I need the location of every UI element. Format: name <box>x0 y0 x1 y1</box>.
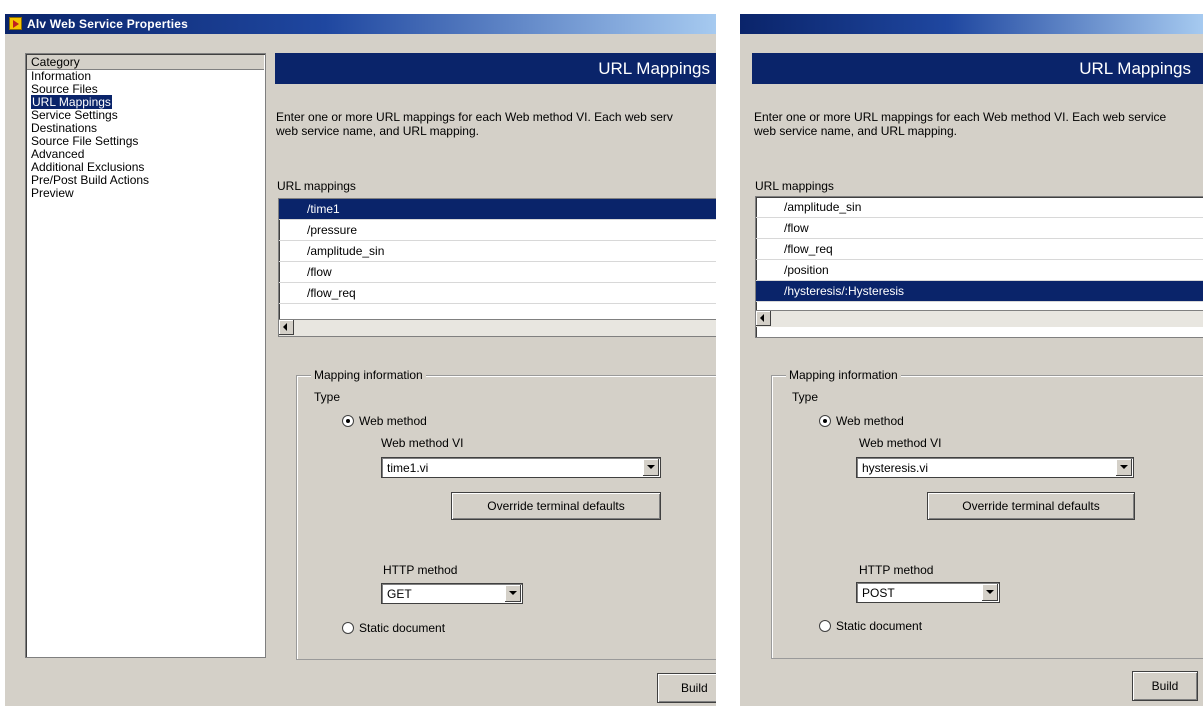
title-bar[interactable]: Alv Web Service Properties <box>5 14 716 34</box>
chevron-down-icon[interactable] <box>982 584 998 601</box>
url-mapping-row[interactable]: /flow <box>279 262 716 283</box>
http-method-select[interactable]: POST <box>856 582 1000 603</box>
web-method-vi-select[interactable]: time1.vi <box>381 457 661 478</box>
scroll-left-arrow-icon[interactable] <box>279 320 294 335</box>
chevron-down-icon[interactable] <box>643 459 659 476</box>
web-method-label: Web method <box>359 414 427 428</box>
category-list[interactable]: Category Information Source Files URL Ma… <box>25 53 266 658</box>
description-line-1: Enter one or more URL mappings for each … <box>276 110 673 124</box>
http-method-select[interactable]: GET <box>381 583 523 604</box>
category-item-preview[interactable]: Preview <box>26 187 265 200</box>
section-title: URL Mappings <box>752 53 1203 84</box>
http-method-label: HTTP method <box>383 563 458 577</box>
labview-app-icon <box>9 17 22 30</box>
properties-dialog-second: URL Mappings Enter one or more URL mappi… <box>740 14 1203 706</box>
static-document-label: Static document <box>359 621 446 635</box>
http-method-value: GET <box>387 587 412 601</box>
url-mappings-label: URL mappings <box>755 179 834 193</box>
title-bar[interactable] <box>740 14 1203 34</box>
web-method-label: Web method <box>836 414 904 428</box>
type-label: Type <box>314 390 341 404</box>
web-method-vi-label: Web method VI <box>381 436 464 450</box>
mapping-information-label: Mapping information <box>786 368 901 382</box>
horizontal-scrollbar[interactable] <box>756 310 1203 327</box>
url-mapping-row[interactable]: /pressure <box>279 220 716 241</box>
web-method-vi-label: Web method VI <box>859 436 942 450</box>
url-mapping-row[interactable]: /flow_req <box>756 239 1203 260</box>
horizontal-scrollbar[interactable] <box>279 319 716 336</box>
override-terminal-defaults-button[interactable]: Override terminal defaults <box>451 492 661 520</box>
url-mappings-list[interactable]: /amplitude_sin /flow /flow_req /position… <box>755 196 1203 338</box>
section-title: URL Mappings <box>275 53 716 84</box>
web-method-vi-value: time1.vi <box>387 461 429 475</box>
static-document-radio[interactable] <box>342 622 354 634</box>
description-line-2: web service name, and URL mapping. <box>276 124 479 138</box>
override-terminal-defaults-button[interactable]: Override terminal defaults <box>927 492 1135 520</box>
properties-dialog: Alv Web Service Properties Category Info… <box>5 14 716 706</box>
static-document-label: Static document <box>836 619 923 633</box>
static-document-radio[interactable] <box>819 620 831 632</box>
mapping-information-label: Mapping information <box>311 368 426 382</box>
category-header: Category <box>27 55 264 70</box>
url-mapping-row[interactable]: /amplitude_sin <box>756 197 1203 218</box>
url-mapping-row[interactable]: /flow_req <box>279 283 716 304</box>
url-mapping-row[interactable]: /hysteresis/:Hysteresis <box>756 281 1203 302</box>
url-mappings-list[interactable]: /time1 /pressure /amplitude_sin /flow /f… <box>278 198 716 337</box>
type-label: Type <box>792 390 819 404</box>
http-method-value: POST <box>862 586 895 600</box>
build-button[interactable]: Build <box>1132 671 1198 701</box>
build-button[interactable]: Build <box>657 673 716 703</box>
scroll-left-arrow-icon[interactable] <box>756 311 771 326</box>
chevron-down-icon[interactable] <box>1116 459 1132 476</box>
description-line-2: web service name, and URL mapping. <box>754 124 957 138</box>
web-method-radio[interactable] <box>819 415 831 427</box>
web-method-vi-select[interactable]: hysteresis.vi <box>856 457 1134 478</box>
url-mapping-row-partial[interactable] <box>279 304 716 314</box>
web-method-vi-value: hysteresis.vi <box>862 461 929 475</box>
url-mapping-row[interactable]: /amplitude_sin <box>279 241 716 262</box>
web-method-radio[interactable] <box>342 415 354 427</box>
url-mappings-label: URL mappings <box>277 179 356 193</box>
description-line-1: Enter one or more URL mappings for each … <box>754 110 1167 124</box>
chevron-down-icon[interactable] <box>505 585 521 602</box>
url-mapping-row[interactable]: /time1 <box>279 199 716 220</box>
window-title: Alv Web Service Properties <box>27 17 189 31</box>
url-mapping-row[interactable]: /flow <box>756 218 1203 239</box>
url-mapping-row[interactable]: /position <box>756 260 1203 281</box>
http-method-label: HTTP method <box>859 563 934 577</box>
